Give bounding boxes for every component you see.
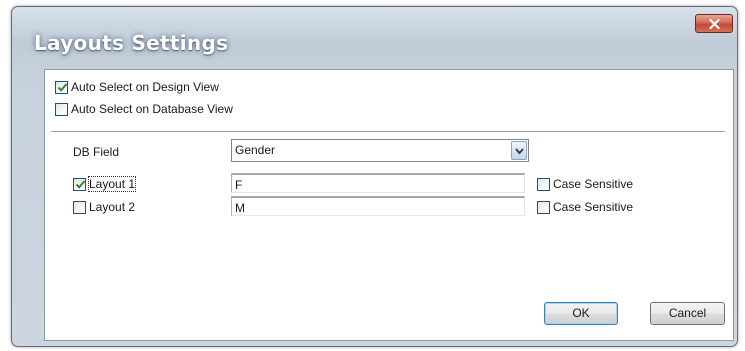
auto-select-database-checkbox[interactable]	[55, 103, 68, 116]
layouts-settings-dialog: Layouts Settings Auto Select on Design V…	[11, 6, 738, 347]
cancel-button[interactable]: Cancel	[650, 302, 725, 325]
auto-select-design-checkbox[interactable]	[55, 81, 68, 94]
chevron-down-icon	[515, 148, 524, 155]
layout-1-label[interactable]: Layout 1	[87, 176, 137, 192]
layout-1-case-sensitive-label[interactable]: Case Sensitive	[553, 177, 633, 191]
layout-2-label[interactable]: Layout 2	[89, 200, 135, 214]
db-field-select[interactable]: Gender	[231, 139, 529, 162]
layout-1-checkbox[interactable]	[73, 178, 86, 191]
dialog-content: Auto Select on Design View Auto Select o…	[44, 69, 734, 341]
close-icon	[709, 19, 720, 29]
layout-2-case-sensitive-checkbox[interactable]	[537, 201, 550, 214]
layout-1-case-sensitive-checkbox[interactable]	[537, 178, 550, 191]
dialog-title: Layouts Settings	[34, 31, 229, 55]
auto-select-design-label[interactable]: Auto Select on Design View	[71, 80, 219, 94]
checkmark-icon	[57, 83, 68, 92]
close-button[interactable]	[695, 14, 733, 33]
checkmark-icon	[75, 180, 86, 189]
db-field-label: DB Field	[73, 145, 120, 159]
db-field-value: Gender	[235, 143, 276, 157]
separator	[51, 131, 725, 133]
ok-button[interactable]: OK	[544, 302, 618, 325]
auto-select-database-label[interactable]: Auto Select on Database View	[71, 102, 233, 116]
layout-2-case-sensitive-label[interactable]: Case Sensitive	[553, 200, 633, 214]
layout-2-checkbox[interactable]	[73, 201, 86, 214]
layout-1-value-input[interactable]: F	[231, 173, 525, 193]
layout-2-value-input[interactable]: M	[231, 196, 525, 216]
db-field-dropdown-button[interactable]	[511, 141, 527, 160]
